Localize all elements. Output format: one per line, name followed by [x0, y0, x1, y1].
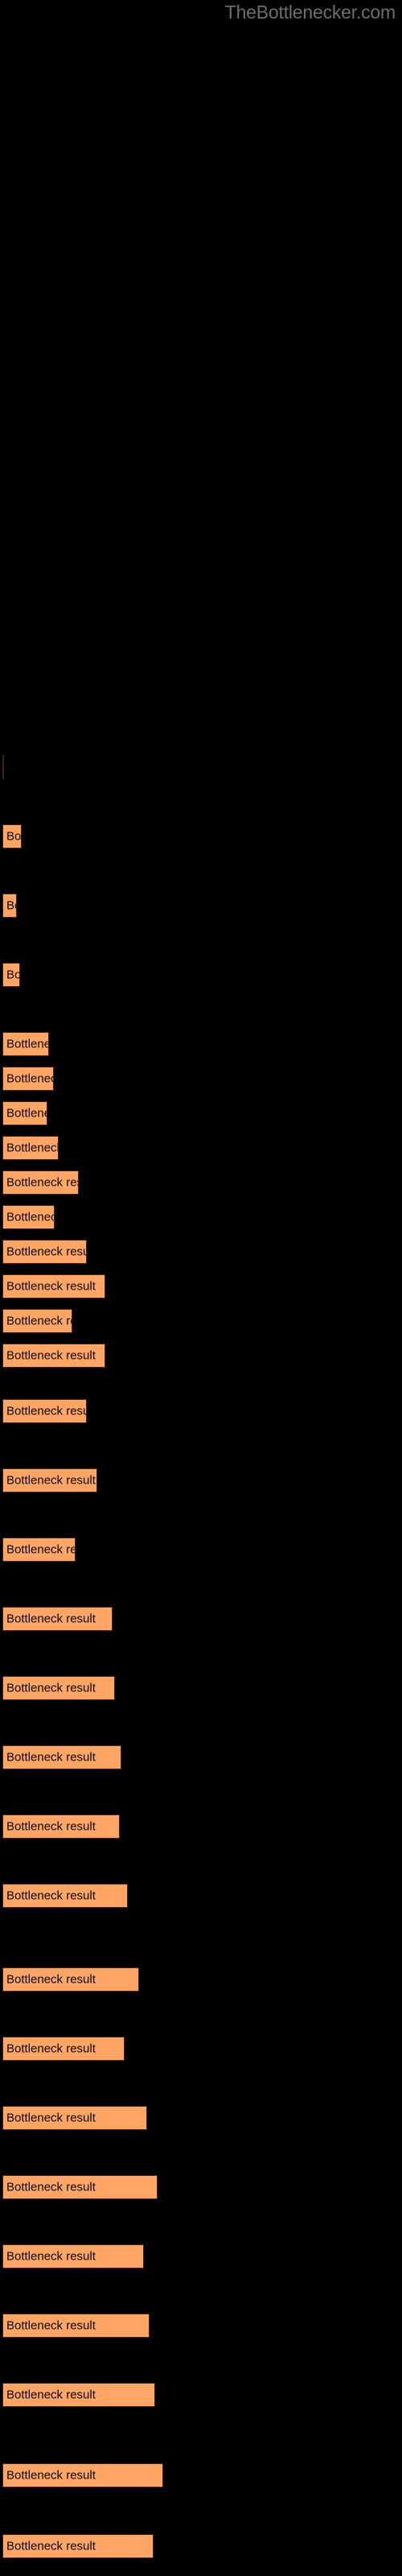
bar-label: Bottleneck result	[6, 1612, 96, 1626]
bar-label: Bottleneck result	[6, 2539, 96, 2553]
bar-label: Bottleneck result	[6, 2180, 96, 2194]
bar: Bottleneck result	[2, 1538, 76, 1562]
bar: Bottleneck result	[2, 1468, 97, 1492]
bar: Bottleneck result	[2, 1884, 128, 1908]
bar-label: Bottleneck result	[6, 968, 20, 982]
bar-label: Bottleneck result	[6, 2318, 96, 2333]
bar: Bottleneck result	[2, 1745, 121, 1769]
bar-label: Bottleneck result	[6, 1210, 54, 1224]
bar: Bottleneck result	[2, 1607, 113, 1631]
bar-label: Bottleneck result	[6, 1819, 96, 1834]
bar: Bottleneck result	[2, 1205, 55, 1229]
bar: Bottleneck result	[2, 2244, 144, 2268]
bar: Bottleneck result	[2, 2383, 155, 2407]
bar-label: Bottleneck result	[6, 2111, 96, 2125]
site-watermark: TheBottlenecker.com	[224, 2, 396, 23]
bar-label: Bottleneck result	[6, 2249, 96, 2264]
bar: Bottleneck result	[2, 1136, 59, 1160]
bar: Bottleneck result	[2, 824, 22, 848]
bar-label: Bottleneck result	[6, 2388, 96, 2402]
bar: Bottleneck result	[2, 1032, 49, 1056]
bar-label: Bottleneck result	[6, 829, 22, 844]
bar-label: Bottleneck result	[6, 1972, 96, 1987]
bar: Bottleneck result	[2, 1101, 47, 1125]
bar-label: Bottleneck result	[6, 1141, 59, 1155]
bar: Bottleneck result	[2, 1240, 87, 1264]
bar: Bottleneck result	[2, 2314, 150, 2338]
bar: Bottleneck result	[2, 1274, 105, 1298]
bar: Bottleneck result	[2, 1399, 87, 1423]
bar-label: Bottleneck result	[6, 1071, 53, 1086]
bar-label: Bottleneck result	[6, 1473, 96, 1488]
bar-label: Bottleneck result	[6, 2468, 96, 2483]
bar-label: Bottleneck result	[6, 1314, 72, 1328]
bar-label: Bottleneck result	[6, 2041, 96, 2056]
bar: Bottleneck result	[2, 1067, 54, 1091]
bar-label: Bottleneck result	[6, 1279, 96, 1294]
bar: Bottleneck result	[2, 2175, 158, 2199]
bar-label: Bottleneck result	[6, 1037, 48, 1051]
bar: Bottleneck result	[2, 2463, 163, 2487]
bar-label: Bottleneck result	[6, 1889, 96, 1903]
bar: Bottleneck result	[2, 963, 20, 987]
bar-label: Bottleneck result	[6, 1681, 96, 1695]
bar: Bottleneck result	[2, 1967, 139, 1992]
bar-label: Bottleneck result	[6, 1750, 96, 1765]
bar: Bottleneck result	[2, 1170, 79, 1195]
bar: Bottleneck result	[2, 1676, 115, 1700]
bar: Bottleneck result	[2, 2534, 154, 2558]
bar-label: Bottleneck result	[6, 1106, 47, 1121]
bar-label: Bottleneck result	[6, 1175, 78, 1190]
bar: Bottleneck result	[2, 2037, 125, 2061]
bar-label: Bottleneck result	[6, 1404, 87, 1418]
bar-label: Bottleneck result	[6, 1542, 75, 1557]
bar: Bottleneck result	[2, 1814, 120, 1839]
bar: Bottleneck result	[2, 755, 4, 779]
bar: Bottleneck result	[2, 894, 17, 918]
bar-label: Bottleneck result	[6, 1348, 96, 1363]
chart-plot-area: Bottleneck result Bottleneck result Bottle…	[0, 0, 402, 2576]
bottleneck-bar-chart: Bottleneck result Bottleneck result Bottle…	[0, 0, 402, 2576]
bar-label: Bottleneck result	[6, 898, 16, 913]
bar: Bottleneck result	[2, 1344, 105, 1368]
bar-label: Bottleneck result	[6, 1245, 87, 1259]
bar: Bottleneck result	[2, 1309, 72, 1333]
bar: Bottleneck result	[2, 2106, 147, 2130]
